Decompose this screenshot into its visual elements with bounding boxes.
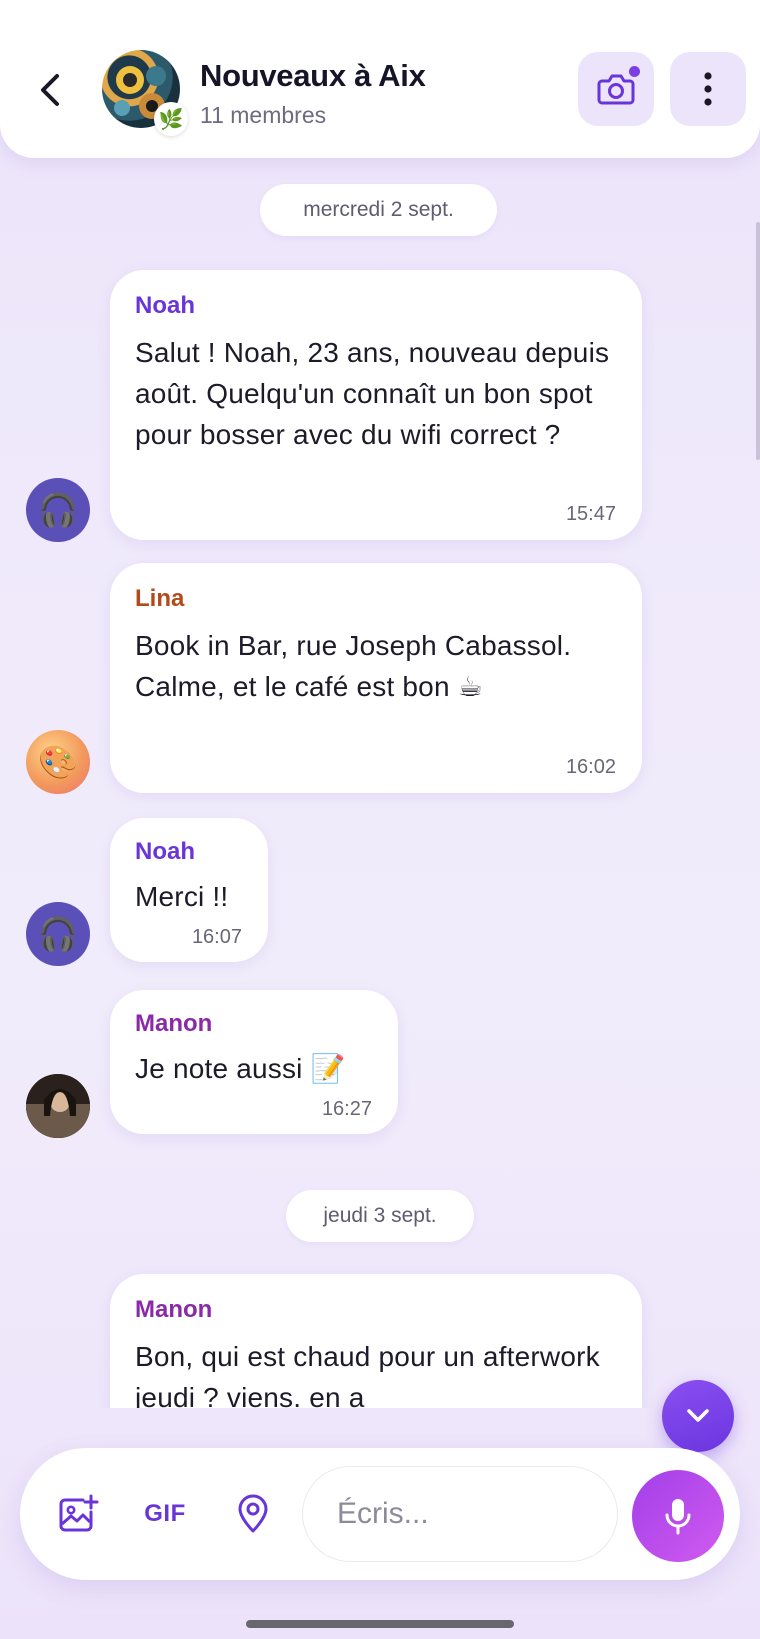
message-bubble[interactable]: Manon Bon, qui est chaud pour un afterwo… [110,1274,642,1408]
home-indicator[interactable] [246,1620,514,1628]
gif-label: GIF [144,1500,186,1527]
sender-name: Noah [135,838,195,865]
sender-name: Manon [135,1010,213,1037]
message-clip: Manon Bon, qui est chaud pour un afterwo… [0,1260,760,1408]
message-bubble[interactable]: Lina Book in Bar, rue Joseph Cabassol. C… [110,563,642,793]
message-text: Merci !! [135,881,229,912]
chevron-left-icon [41,74,59,106]
message-time: 16:27 [321,1098,372,1120]
location-button[interactable] [230,1482,276,1546]
user-photo-icon [26,1074,90,1138]
message-bubble[interactable]: Manon Je note aussi 📝 16:27 [110,990,398,1134]
voice-message-button[interactable] [632,1470,724,1562]
more-options-button[interactable] [670,52,746,126]
avatar-noah[interactable]: 🎧 [26,902,90,966]
date-separator: mercredi 2 sept. [260,184,497,236]
message-composer: GIF [20,1448,740,1580]
scrollbar[interactable] [756,222,760,460]
headphones-icon: 🎧 [38,916,78,952]
avatar-noah[interactable]: 🎧 [26,478,90,542]
message-time: 16:02 [565,756,616,778]
message-text: Book in Bar, rue Joseph Cabassol. Calme,… [135,630,572,702]
add-image-button[interactable] [50,1482,106,1546]
group-title[interactable]: Nouveaux à Aix [200,58,426,94]
headphones-icon: 🎧 [38,492,78,528]
herb-icon: 🌿 [158,108,184,131]
location-pin-icon [238,1494,268,1533]
gif-button[interactable]: GIF [132,1482,198,1546]
message-text: Bon, qui est chaud pour un afterwork jeu… [135,1341,600,1408]
date-separator: jeudi 3 sept. [286,1190,474,1242]
camera-button[interactable] [578,52,654,126]
group-badge: 🌿 [154,102,188,136]
avatar-lina[interactable]: 🎨 [26,730,90,794]
message-time: 15:47 [565,503,616,525]
message-bubble[interactable]: Noah Salut ! Noah, 23 ans, nouveau depui… [110,270,642,540]
message-text: Salut ! Noah, 23 ans, nouveau depuis aoû… [135,337,610,450]
member-count[interactable]: 11 membres [200,102,326,129]
camera-icon [597,74,635,105]
message-input[interactable] [302,1466,618,1562]
chevron-down-icon [687,1409,709,1422]
sender-name: Manon [135,1296,213,1323]
more-vertical-icon [704,72,712,106]
sender-name: Noah [135,292,195,319]
message-time: 16:07 [191,926,242,948]
sender-name: Lina [135,585,185,612]
message-text: Je note aussi 📝 [135,1053,346,1084]
image-add-icon [59,1494,99,1532]
camera-notification-dot [629,66,640,77]
message-bubble[interactable]: Noah Merci !! 16:07 [110,818,268,962]
back-button[interactable] [30,66,70,114]
palette-icon: 🎨 [38,744,78,780]
chat-header: 🌿 Nouveaux à Aix 11 membres [0,0,760,158]
scroll-to-bottom-button[interactable] [662,1380,734,1452]
avatar-manon[interactable] [26,1074,90,1138]
microphone-icon [665,1499,691,1535]
